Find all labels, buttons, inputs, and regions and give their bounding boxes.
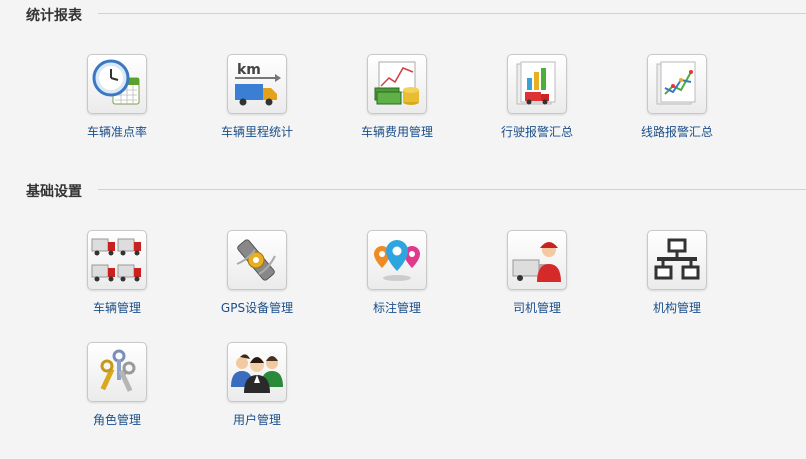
tile-label: 标注管理 (372, 301, 421, 315)
tile-label: 角色管理 (92, 413, 141, 427)
tile-label: 车辆里程统计 (220, 125, 293, 139)
truck-report-icon (507, 54, 567, 114)
tile-label: 车辆费用管理 (360, 125, 433, 139)
tile-marker-management[interactable]: 标注管理 (337, 230, 457, 316)
section-divider (98, 13, 806, 14)
money-chart-icon (367, 54, 427, 114)
tile-user-management[interactable]: 用户管理 (197, 342, 317, 428)
tile-driving-alarm-summary[interactable]: 行驶报警汇总 (477, 54, 597, 140)
tile-label: 线路报警汇总 (640, 125, 713, 139)
map-pins-icon (367, 230, 427, 290)
tile-label: 车辆准点率 (86, 125, 147, 139)
tile-organization-management[interactable]: 机构管理 (617, 230, 737, 316)
tile-role-management[interactable]: 角色管理 (57, 342, 177, 428)
tile-vehicle-punctuality[interactable]: 车辆准点率 (57, 54, 177, 140)
tile-label: 用户管理 (232, 413, 281, 427)
tile-label: GPS设备管理 (220, 301, 294, 315)
tile-route-alarm-summary[interactable]: 线路报警汇总 (617, 54, 737, 140)
section-divider (98, 189, 806, 190)
tile-label: 机构管理 (652, 301, 701, 315)
keys-icon (87, 342, 147, 402)
clock-calendar-icon (87, 54, 147, 114)
org-chart-icon (647, 230, 707, 290)
tile-driver-management[interactable]: 司机管理 (477, 230, 597, 316)
driver-icon (507, 230, 567, 290)
tile-vehicle-management[interactable]: 车辆管理 (57, 230, 177, 316)
truck-km-icon: km (227, 54, 287, 114)
tile-gps-device-management[interactable]: GPS设备管理 (197, 230, 317, 316)
tile-vehicle-cost[interactable]: 车辆费用管理 (337, 54, 457, 140)
tile-label: 司机管理 (512, 301, 561, 315)
users-icon (227, 342, 287, 402)
section-title-settings: 基础设置 (26, 184, 82, 200)
svg-text:km: km (237, 62, 261, 78)
tile-label: 车辆管理 (92, 301, 141, 315)
line-chart-report-icon (647, 54, 707, 114)
tile-vehicle-mileage[interactable]: km 车辆里程统计 (197, 54, 317, 140)
tile-label: 行驶报警汇总 (500, 125, 573, 139)
trucks-icon (87, 230, 147, 290)
gps-device-icon (227, 230, 287, 290)
section-title-reports: 统计报表 (26, 8, 82, 24)
